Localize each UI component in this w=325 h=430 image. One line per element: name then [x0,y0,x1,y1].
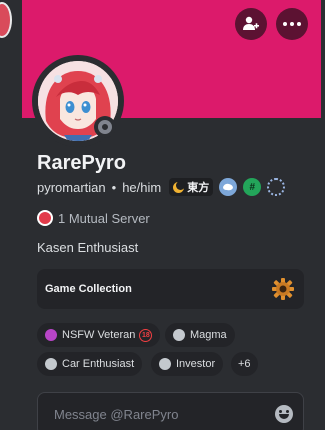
boost-badge-icon[interactable] [267,178,286,196]
role-color-dot [45,329,57,341]
age-restricted-icon: 18 [139,328,153,342]
role-chip[interactable]: Investor [151,352,224,376]
pronouns: he/him [122,179,162,195]
server-icon [37,210,53,226]
game-collection-widget[interactable]: Game Collection [37,269,304,309]
profile-card: RarePyro pyromartian • he/him 東方 # 1 Mut… [22,0,321,430]
more-options-button[interactable] [276,8,308,40]
role-chip[interactable]: NSFW Veteran 18 [37,323,161,347]
mutual-servers[interactable]: 1 Mutual Server [37,210,150,226]
message-input[interactable] [54,406,275,422]
status-indicator [94,116,116,138]
username[interactable]: pyromartian [37,180,106,195]
moon-icon [173,180,186,193]
offline-status-icon [98,120,112,134]
profile-bio: Kasen Enthusiast [37,240,139,255]
role-label: Car Enthusiast [62,358,135,370]
role-color-dot [45,358,57,370]
guild-tag[interactable]: 東方 [169,178,214,196]
message-box [37,392,304,430]
game-collection-label: Game Collection [45,283,132,295]
mutual-servers-label: 1 Mutual Server [58,210,150,226]
background-panel [0,0,22,430]
more-options-icon [282,22,303,26]
add-friend-button[interactable] [235,8,267,40]
gear-icon [272,278,294,300]
role-color-dot [159,358,171,370]
display-name: RarePyro [37,152,126,174]
emoji-icon[interactable] [275,405,293,423]
role-label: NSFW Veteran [62,329,136,341]
role-label: Investor [176,358,216,370]
separator: • [111,179,117,195]
add-friend-icon [243,16,259,30]
role-chip[interactable]: Magma [165,323,235,347]
user-info-line: pyromartian • he/him 東方 # [37,178,286,196]
role-label: Magma [190,329,227,341]
nitro-badge-icon[interactable] [219,178,238,196]
role-color-dot [173,329,185,341]
hashtag-badge-icon[interactable]: # [243,178,262,196]
more-roles-button[interactable]: +6 [231,352,258,376]
guild-tag-label: 東方 [187,182,210,194]
role-chip[interactable]: Car Enthusiast [37,352,143,376]
